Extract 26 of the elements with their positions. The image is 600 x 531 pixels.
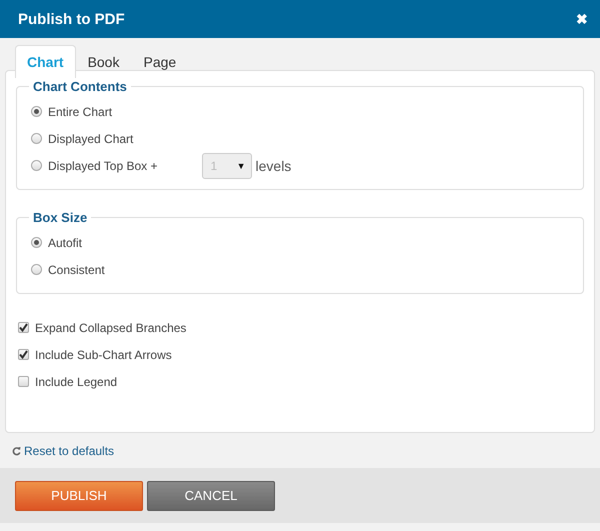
checkbox-label: Include Legend	[35, 374, 118, 388]
radio-label: Displayed Chart	[48, 132, 134, 146]
checkbox[interactable]	[18, 376, 29, 387]
radio-label: Entire Chart	[48, 104, 112, 118]
tab[interactable]: Book	[76, 45, 132, 78]
checkbox-label: Include Sub-Chart Arrows	[35, 348, 172, 362]
radio-button[interactable]	[31, 237, 42, 248]
reset-link[interactable]: Reset to defaults	[24, 444, 114, 458]
radio-label: Displayed Top Box +	[48, 158, 158, 172]
radio-label: Consistent	[48, 262, 105, 276]
group-title: Box Size	[32, 210, 88, 225]
group-title: Chart Contents	[32, 79, 128, 94]
close-button[interactable]: ✖	[576, 11, 588, 27]
radio-button[interactable]	[31, 133, 42, 144]
cancel-button[interactable]: CANCEL	[147, 480, 275, 510]
refresh-icon	[12, 446, 21, 456]
radio-button[interactable]	[31, 264, 42, 275]
radio-button[interactable]	[31, 160, 42, 171]
checkbox[interactable]	[18, 322, 29, 333]
radio-button[interactable]	[31, 106, 42, 117]
checkbox-label: Expand Collapsed Branches	[35, 320, 186, 334]
checkbox[interactable]	[18, 349, 29, 360]
radio-label: Autofit	[48, 236, 82, 250]
tab[interactable]: Page	[131, 45, 188, 78]
levels-label: levels	[256, 158, 292, 174]
window-title: Publish to PDF	[18, 10, 125, 28]
